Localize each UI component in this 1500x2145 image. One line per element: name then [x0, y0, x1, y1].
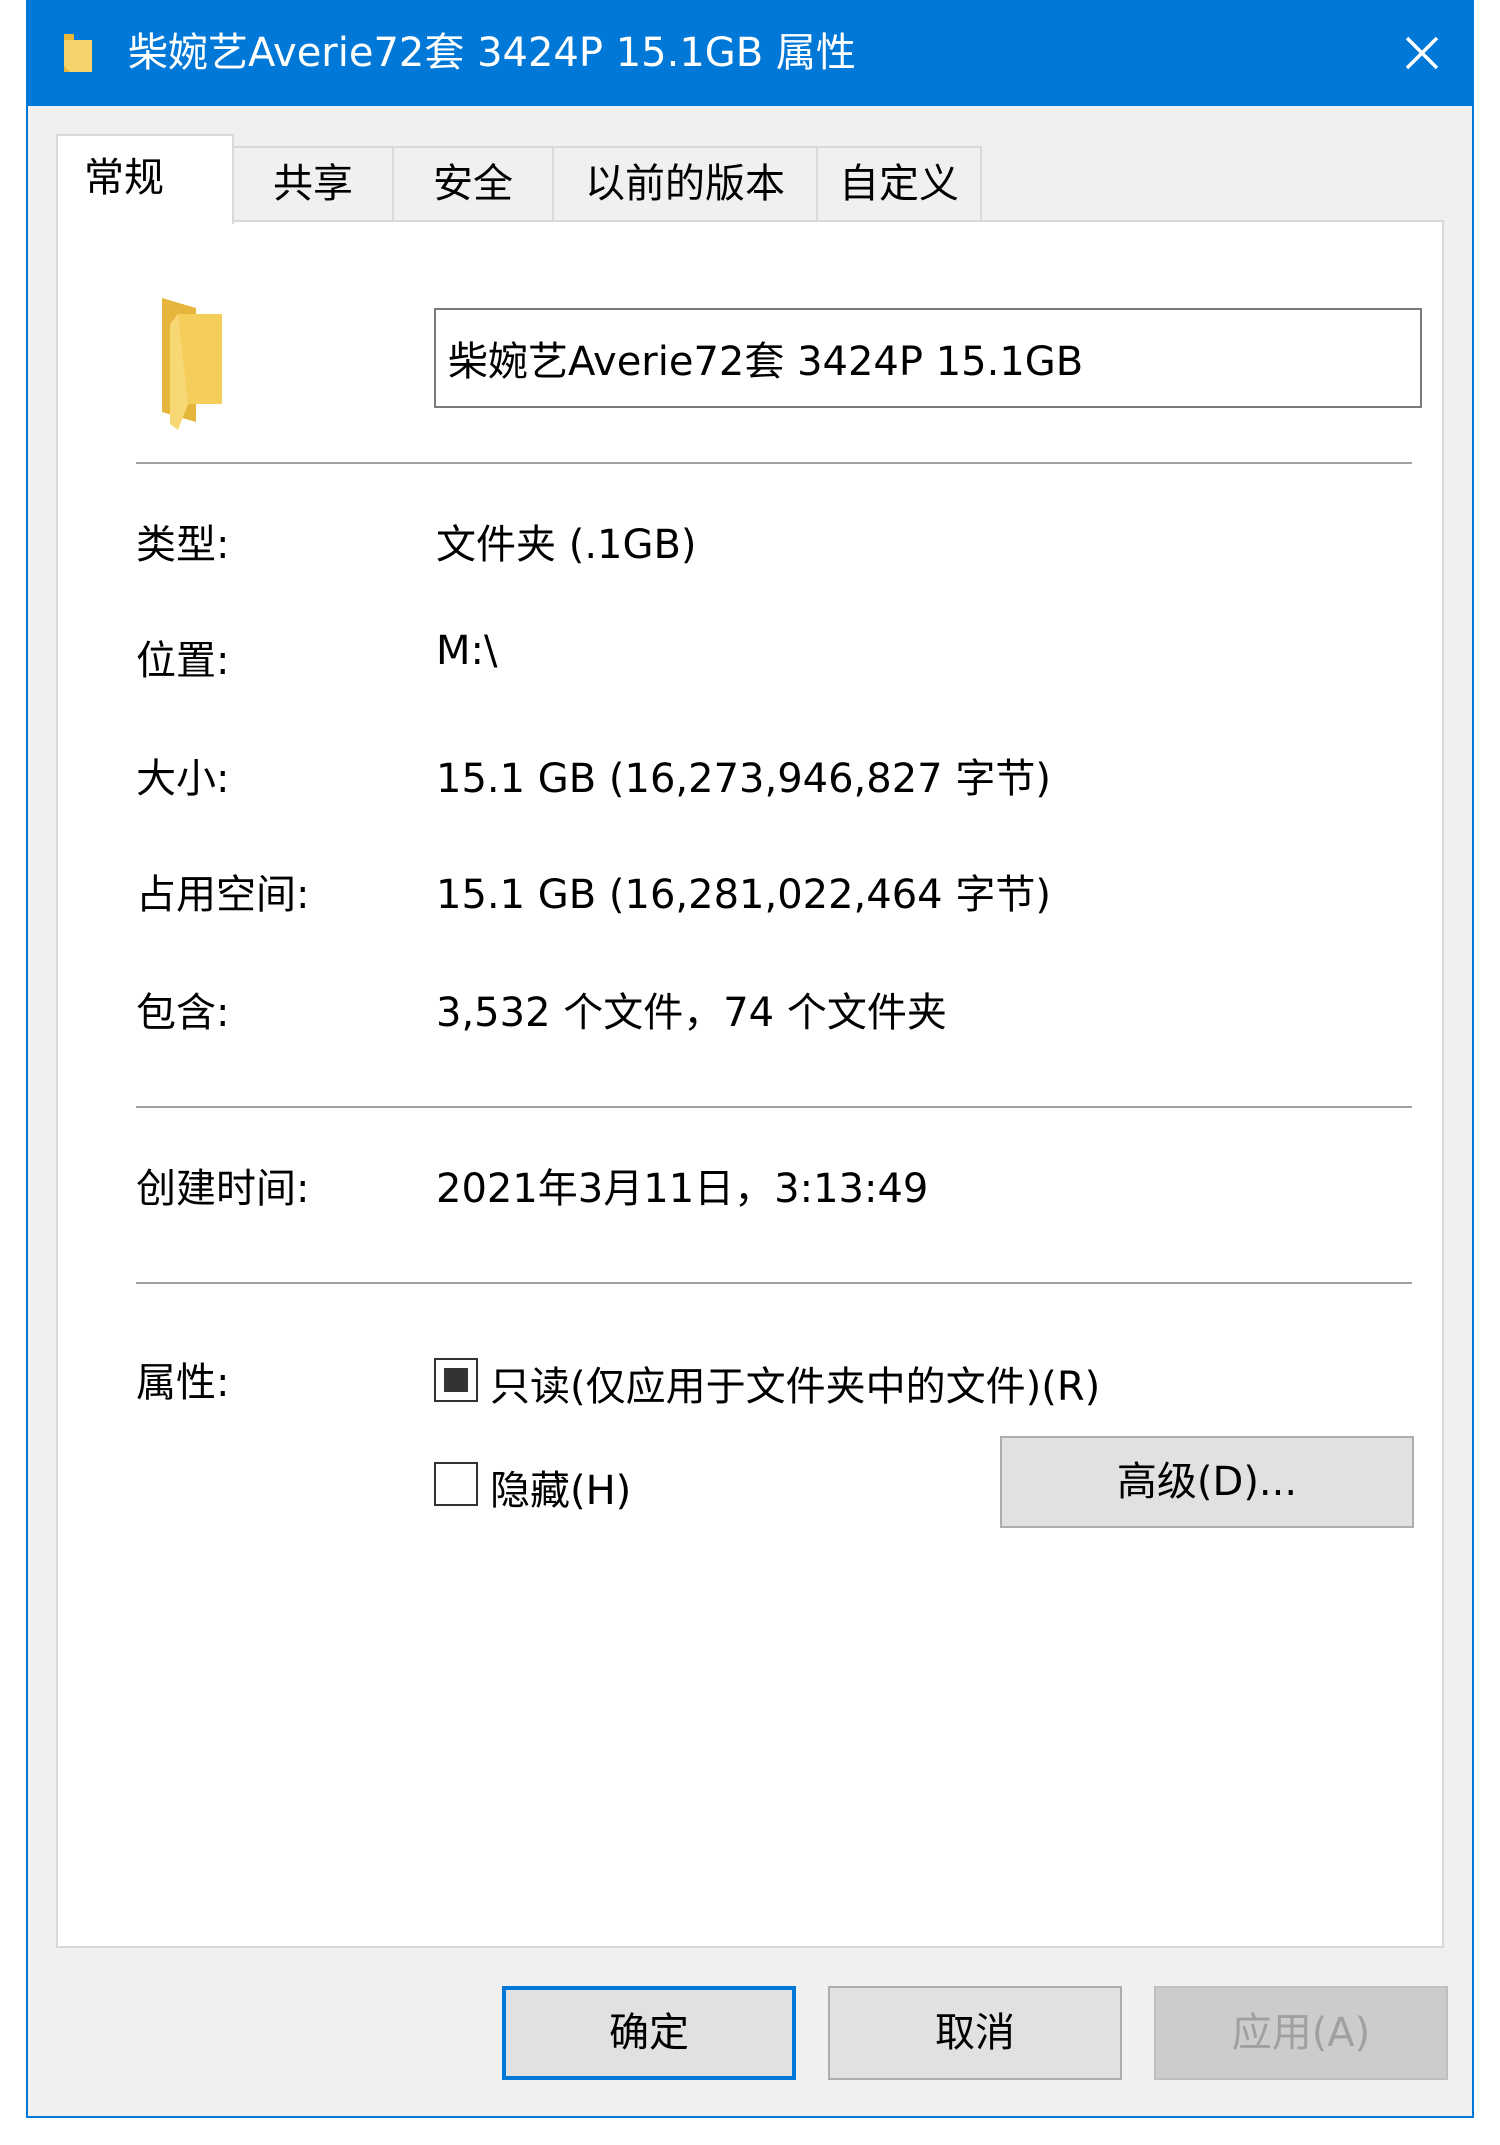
general-tab-panel: 类型: 文件夹 (.1GB) 位置: M:\ 大小: 15.1 GB (16,2… — [56, 220, 1444, 1948]
type-value: 文件夹 (.1GB) — [436, 522, 697, 568]
tab-previous-versions[interactable]: 以前的版本 — [552, 146, 818, 222]
advanced-button[interactable]: 高级(D)... — [1000, 1436, 1414, 1528]
tab-bar: 常规 共享 安全 以前的版本 自定义 — [56, 134, 1476, 224]
readonly-checkbox[interactable] — [434, 1358, 478, 1402]
location-label: 位置: — [136, 638, 230, 684]
title-bar[interactable]: 柴婉艺Averie72套 3424P 15.1GB 属性 — [28, 0, 1472, 106]
created-label: 创建时间: — [136, 1166, 310, 1212]
size-label: 大小: — [136, 756, 230, 802]
attributes-label: 属性: — [136, 1360, 230, 1406]
divider — [136, 1106, 1412, 1108]
tab-general[interactable]: 常规 — [56, 134, 234, 224]
contains-label: 包含: — [136, 990, 230, 1036]
contains-value: 3,532 个文件，74 个文件夹 — [436, 990, 947, 1036]
location-value: M:\ — [436, 628, 498, 674]
folder-name-input[interactable] — [434, 308, 1422, 408]
close-icon — [1405, 36, 1439, 70]
hidden-checkbox[interactable] — [434, 1462, 478, 1506]
tab-sharing[interactable]: 共享 — [232, 146, 394, 222]
window-title: 柴婉艺Averie72套 3424P 15.1GB 属性 — [128, 30, 856, 76]
apply-button[interactable]: 应用(A) — [1154, 1986, 1448, 2080]
size-on-disk-value: 15.1 GB (16,281,022,464 字节) — [436, 872, 1051, 918]
readonly-label[interactable]: 只读(仅应用于文件夹中的文件)(R) — [490, 1354, 1100, 1412]
properties-dialog: 柴婉艺Averie72套 3424P 15.1GB 属性 常规 共享 安全 以前… — [26, 0, 1474, 2118]
tab-customize[interactable]: 自定义 — [816, 146, 982, 222]
close-button[interactable] — [1372, 0, 1472, 106]
size-value: 15.1 GB (16,273,946,827 字节) — [436, 756, 1051, 802]
folder-icon — [64, 34, 92, 72]
ok-button[interactable]: 确定 — [502, 1986, 796, 2080]
type-label: 类型: — [136, 522, 230, 568]
hidden-label[interactable]: 隐藏(H) — [490, 1458, 631, 1516]
divider — [136, 1282, 1412, 1284]
cancel-button[interactable]: 取消 — [828, 1986, 1122, 2080]
size-on-disk-label: 占用空间: — [136, 872, 310, 918]
folder-icon — [162, 298, 222, 430]
created-value: 2021年3月11日，3:13:49 — [436, 1166, 929, 1212]
tab-security[interactable]: 安全 — [392, 146, 554, 222]
divider — [136, 462, 1412, 464]
